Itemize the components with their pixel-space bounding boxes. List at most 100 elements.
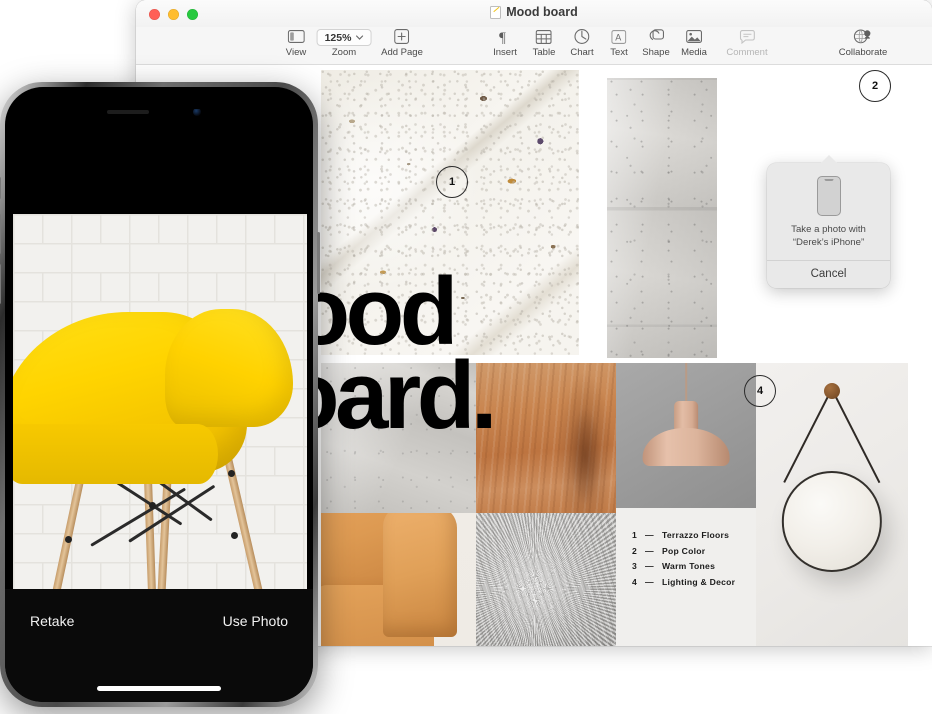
retake-button[interactable]: Retake [30,613,74,629]
window-title-text: Mood board [506,5,578,19]
toolbar-item-table[interactable]: Table [532,28,556,58]
take-photo-popover[interactable]: Take a photo with “Derek’s iPhone” Cance… [767,155,890,288]
toolbar-item-view[interactable]: View [286,28,306,58]
sidebar-icon [287,28,305,45]
legend-number: 2 [632,545,638,556]
toolbar-label-text: Text [610,47,628,58]
collaborate-icon [854,28,872,45]
legend-text: Terrazzo Floors [662,530,730,540]
comment-icon [739,28,755,45]
chart-icon [574,28,590,45]
legend-dash: — [645,576,654,587]
legend-row: 1 — Terrazzo Floors [632,530,756,540]
home-indicator[interactable] [97,686,221,691]
legend-panel: 1 — Terrazzo Floors 2 — Pop Color 3 — Wa… [616,508,756,646]
toolbar-label-add-page: Add Page [381,47,423,58]
legend-text: Pop Color [662,545,706,556]
mirror-wall-knob [824,382,840,399]
legend-row: 4 — Lighting & Decor [632,577,756,587]
screen: Mood board View 125% Zoom Add Page ¶ Ins… [0,0,932,714]
iphone-icon [816,176,841,216]
zoom-label: Zoom [331,47,357,58]
callout-badge-4[interactable]: 4 [744,375,776,407]
captured-photo-preview[interactable] [13,214,307,599]
toolbar-label-chart: Chart [570,47,594,58]
chair-seat-front [13,424,218,484]
toolbar-item-add-page[interactable]: Add Page [381,28,423,58]
toolbar-label-comment: Comment [726,47,768,58]
image-round-hanging-mirror[interactable] [756,363,908,646]
toolbar-label-insert: Insert [493,47,517,58]
legend-number: 3 [632,561,638,571]
mirror-strap-right [783,388,834,484]
callout-number: 1 [448,176,456,188]
legend-dash: — [645,545,654,556]
legend-dash: — [645,530,654,540]
toolbar-item-chart[interactable]: Chart [570,28,594,58]
toolbar-item-comment[interactable]: Comment [726,28,768,58]
toolbar-item-shape[interactable]: Shape [642,28,670,58]
chevron-down-icon [355,35,364,40]
use-photo-button[interactable]: Use Photo [223,613,288,629]
plus-box-icon [394,28,410,45]
popover-line-1: Take a photo with [791,224,866,235]
legend-text: Lighting & Decor [662,576,736,587]
iphone-notch [100,87,218,109]
legend-number: 4 [632,576,638,587]
svg-text:¶: ¶ [499,30,506,44]
callout-badge-1[interactable]: 1 [436,166,468,198]
callout-number: 2 [871,80,879,92]
silent-switch[interactable] [0,177,1,199]
toolbar: View 125% Zoom Add Page ¶ Insert Table C… [136,27,932,65]
mirror-glass [781,471,883,572]
iphone-screen[interactable]: Retake Use Photo [5,87,313,702]
toolbar-label-media: Media [681,47,707,58]
media-icon [686,28,702,45]
zoom-value: 125% [324,31,352,44]
front-camera-icon [192,108,201,116]
lamp-cord [685,363,687,404]
chair-wire-node [228,470,235,477]
text-box-icon: A [611,28,627,45]
popover-line-2: “Derek’s iPhone” [792,236,865,248]
callout-badge-2[interactable]: 2 [859,70,891,102]
zoom-dropdown[interactable]: 125% [316,29,372,46]
iphone-device: Retake Use Photo [0,82,320,707]
toolbar-item-collaborate[interactable]: Collaborate [838,28,888,58]
popover-cancel-button[interactable]: Cancel [767,261,890,288]
camera-action-bar: Retake Use Photo [5,589,313,702]
shape-icon [648,28,664,45]
mirror-strap-left [830,388,881,484]
image-wood-grain[interactable] [476,363,616,513]
earpiece-speaker-icon [107,110,150,114]
chair-wire-node [65,536,72,543]
image-concrete-wall-strip[interactable] [607,78,717,358]
pilcrow-icon: ¶ [498,28,511,45]
chair-wire-node [149,502,156,509]
table-icon [536,28,552,45]
legend-row: 3 — Warm Tones [632,561,756,571]
volume-down-button[interactable] [0,264,1,304]
legend-row: 2 — Pop Color [632,546,756,556]
popover-body: Take a photo with “Derek’s iPhone” [767,163,890,260]
image-fur-rug[interactable] [476,513,616,646]
sofa-armrest [383,505,458,637]
chair-wire-node [231,532,238,539]
toolbar-label-view: View [285,47,307,58]
popover-arrow [819,155,838,164]
image-pendant-lamp[interactable] [616,363,756,508]
window-titlebar: Mood board [136,0,932,27]
window-title: Mood board [136,5,932,19]
toolbar-label-collaborate: Collaborate [838,47,888,58]
zoom-control[interactable]: 125% Zoom [316,29,372,58]
toolbar-label-table: Table [532,47,556,58]
toolbar-item-media[interactable]: Media [681,28,707,58]
legend-number: 1 [632,530,638,540]
volume-up-button[interactable] [0,214,1,254]
side-power-button[interactable] [317,232,320,294]
legend-text: Warm Tones [662,561,716,571]
callout-number: 4 [756,385,764,397]
toolbar-label-shape: Shape [642,47,670,58]
toolbar-item-insert[interactable]: ¶ Insert [493,28,517,58]
toolbar-item-text[interactable]: A Text [610,28,628,58]
